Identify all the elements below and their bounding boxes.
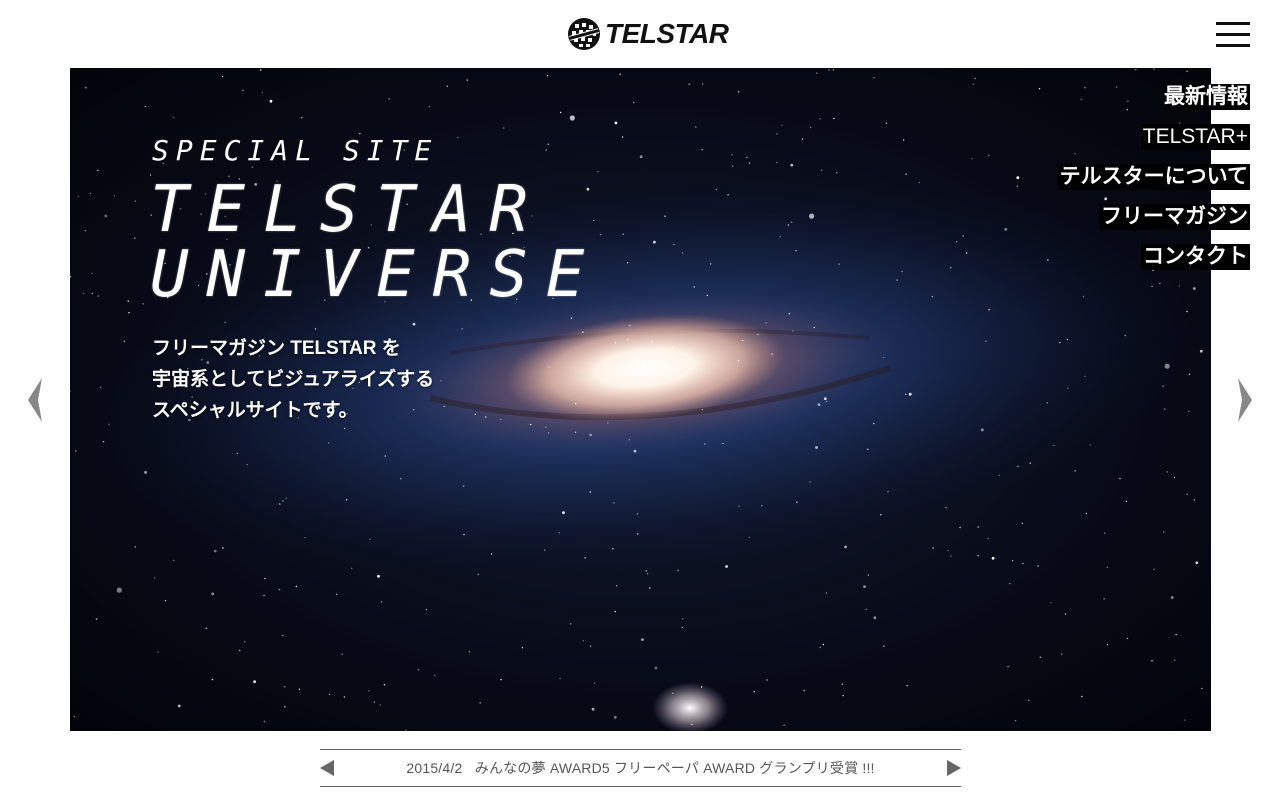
hero-banner: SPECIAL SITE TELSTAR UNIVERSE フリーマガジン TE… xyxy=(70,68,1211,731)
globe-logo-icon xyxy=(568,18,600,50)
news-date: 2015/4/2 xyxy=(406,760,463,776)
main-nav: 最新情報 TELSTAR+ テルスターについて フリーマガジン コンタクト xyxy=(1057,84,1250,270)
nav-item-contact[interactable]: コンタクト xyxy=(1141,244,1250,270)
hero-eyebrow: SPECIAL SITE xyxy=(152,134,439,167)
triangle-left-icon[interactable] xyxy=(320,760,334,776)
telstar-logo[interactable]: TELSTAR xyxy=(567,16,729,52)
nav-item-telstar-plus[interactable]: TELSTAR+ xyxy=(1140,124,1250,150)
nav-item-free-magazine[interactable]: フリーマガジン xyxy=(1099,204,1250,230)
chevron-right-icon[interactable] xyxy=(1234,376,1256,424)
hero-description-line: フリーマガジン TELSTAR を xyxy=(152,338,401,359)
triangle-right-icon[interactable] xyxy=(947,760,961,776)
hamburger-menu-icon[interactable] xyxy=(1216,20,1250,50)
news-text: みんなの夢 AWARD5 フリーペーパ AWARD グランプリ受賞 !!! xyxy=(474,760,875,776)
news-item-link[interactable]: 2015/4/2 みんなの夢 AWARD5 フリーペーパ AWARD グランプリ… xyxy=(406,758,874,778)
logo-text: TELSTAR xyxy=(605,18,729,49)
chevron-left-icon[interactable] xyxy=(24,376,46,424)
hero-description-line: 宇宙系としてビジュアライズする xyxy=(152,369,435,390)
hero-description-line: スペシャルサイトです。 xyxy=(152,400,358,421)
hero-description: フリーマガジン TELSTAR を 宇宙系としてビジュアライズする スペシャルサ… xyxy=(152,333,492,426)
news-ticker: 2015/4/2 みんなの夢 AWARD5 フリーペーパ AWARD グランプリ… xyxy=(320,749,961,787)
nav-item-news[interactable]: 最新情報 xyxy=(1162,84,1250,110)
nav-item-about[interactable]: テルスターについて xyxy=(1057,164,1250,190)
hero-title-line2: UNIVERSE xyxy=(150,238,603,312)
hero-title-line1: TELSTAR xyxy=(150,173,546,247)
